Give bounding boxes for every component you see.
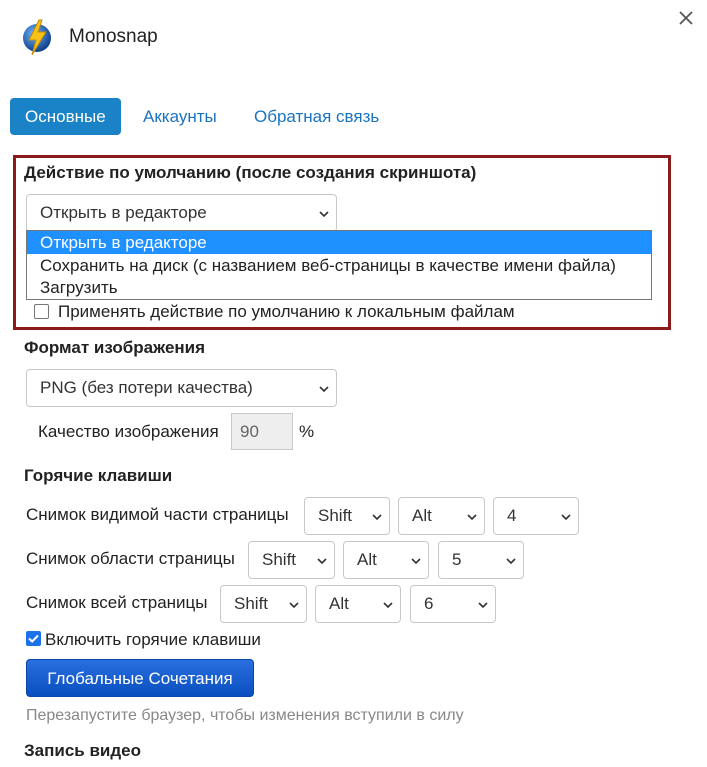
hotkey-visible-mod1-value: Shift	[318, 506, 353, 525]
enable-hotkeys-label: Включить горячие клавиши	[45, 630, 261, 649]
enable-hotkeys-checkbox[interactable]	[26, 631, 41, 646]
checkmark-icon	[28, 634, 39, 643]
chevron-down-icon	[383, 602, 393, 609]
quality-label: Качество изображения	[38, 422, 219, 441]
hotkey-area-mod2-select[interactable]: Alt	[343, 541, 429, 579]
tab-accounts[interactable]: Аккаунты	[143, 98, 217, 135]
chevron-down-icon	[372, 514, 382, 521]
default-action-dropdown: Открыть в редакторе Сохранить на диск (с…	[26, 230, 652, 300]
chevron-down-icon	[506, 558, 516, 565]
image-format-heading: Формат изображения	[24, 338, 206, 357]
hotkey-area-mod1-select[interactable]: Shift	[248, 541, 335, 579]
hotkey-area-key-value: 5	[452, 550, 462, 569]
hotkey-label-visible: Снимок видимой части страницы	[26, 505, 289, 524]
tab-general[interactable]: Основные	[10, 98, 121, 135]
hotkey-area-mod2-value: Alt	[357, 550, 377, 569]
local-files-label: Применять действие по умолчанию к локаль…	[58, 302, 515, 321]
hotkey-full-mod2-select[interactable]: Alt	[315, 585, 401, 623]
hotkey-visible-mod1-select[interactable]: Shift	[304, 497, 390, 535]
chevron-down-icon	[467, 514, 477, 521]
hotkey-visible-mod2-select[interactable]: Alt	[398, 497, 485, 535]
hotkey-visible-key-select[interactable]: 4	[493, 497, 579, 535]
chevron-down-icon	[289, 602, 299, 609]
hotkey-visible-mod2-value: Alt	[412, 506, 432, 525]
hotkey-label-area: Снимок области страницы	[26, 549, 235, 568]
hotkey-full-mod1-value: Shift	[234, 594, 269, 613]
quality-input[interactable]: 90	[231, 413, 293, 450]
global-shortcuts-button[interactable]: Глобальные Сочетания	[26, 659, 254, 697]
local-files-checkbox[interactable]	[34, 304, 49, 319]
video-heading: Запись видео	[24, 741, 141, 760]
dropdown-option-save-disk[interactable]: Сохранить на диск (с названием веб-стран…	[27, 254, 651, 277]
hotkey-full-mod2-value: Alt	[329, 594, 349, 613]
image-format-value: PNG (без потери качества)	[40, 378, 253, 397]
default-action-value: Открыть в редакторе	[40, 203, 207, 222]
close-icon[interactable]	[676, 8, 696, 28]
dropdown-option-upload[interactable]: Загрузить	[27, 276, 651, 299]
restart-note: Перезапустите браузер, чтобы изменения в…	[26, 707, 464, 724]
dropdown-option-open-editor[interactable]: Открыть в редакторе	[27, 231, 651, 254]
quality-unit: %	[299, 422, 315, 441]
app-title: Monosnap	[69, 26, 158, 47]
tab-feedback[interactable]: Обратная связь	[254, 98, 379, 135]
chevron-down-icon	[411, 558, 421, 565]
hotkeys-heading: Горячие клавиши	[24, 466, 173, 485]
hotkey-visible-key-value: 4	[507, 506, 517, 525]
default-action-heading: Действие по умолчанию (после создания ск…	[24, 163, 477, 182]
chevron-down-icon	[478, 602, 488, 609]
hotkey-area-key-select[interactable]: 5	[438, 541, 524, 579]
monosnap-logo-icon	[22, 18, 52, 56]
chevron-down-icon	[317, 558, 327, 565]
default-action-select[interactable]: Открыть в редакторе	[26, 194, 337, 232]
hotkey-full-key-value: 6	[424, 594, 434, 613]
hotkey-area-mod1-value: Shift	[262, 550, 297, 569]
hotkey-full-key-select[interactable]: 6	[410, 585, 496, 623]
chevron-down-icon	[319, 386, 329, 393]
image-format-select[interactable]: PNG (без потери качества)	[26, 369, 337, 407]
hotkey-full-mod1-select[interactable]: Shift	[220, 585, 307, 623]
chevron-down-icon	[319, 211, 329, 218]
hotkey-label-full: Снимок всей страницы	[26, 593, 208, 612]
chevron-down-icon	[561, 514, 571, 521]
